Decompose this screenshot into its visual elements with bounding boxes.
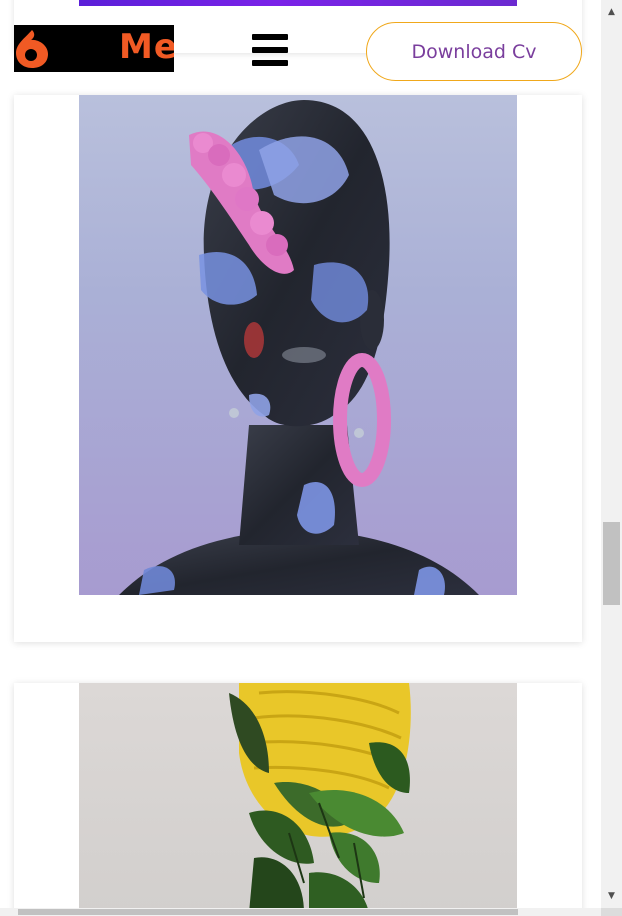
- gallery-image[interactable]: [79, 683, 517, 908]
- site-header: Me Download Cv: [0, 0, 601, 90]
- logo-flame-icon: [16, 30, 48, 68]
- sculpture-head-image: [119, 100, 479, 595]
- logo-text: Me: [119, 27, 174, 67]
- download-cv-button[interactable]: Download Cv: [366, 22, 582, 81]
- horizontal-scrollbar-thumb[interactable]: [18, 909, 518, 915]
- scroll-down-arrow-icon[interactable]: ▼: [601, 887, 622, 905]
- horizontal-scrollbar[interactable]: [0, 908, 601, 916]
- page-viewport: Me Download Cv: [0, 0, 601, 908]
- gallery-image[interactable]: [79, 95, 517, 595]
- hamburger-menu-button[interactable]: [252, 34, 288, 66]
- hamburger-bar: [252, 60, 288, 66]
- site-logo[interactable]: Me: [14, 25, 174, 72]
- scrollbar-corner: [601, 908, 622, 916]
- vertical-scrollbar-thumb[interactable]: [603, 522, 620, 605]
- hamburger-icon: [252, 34, 288, 40]
- scroll-up-arrow-icon[interactable]: ▲: [601, 3, 622, 21]
- sculpture-leaves-image: [229, 683, 411, 908]
- gallery-card[interactable]: [14, 95, 582, 642]
- gallery-card[interactable]: [14, 683, 582, 908]
- vertical-scrollbar[interactable]: ▲ ▼: [601, 0, 622, 908]
- hamburger-bar: [252, 47, 288, 53]
